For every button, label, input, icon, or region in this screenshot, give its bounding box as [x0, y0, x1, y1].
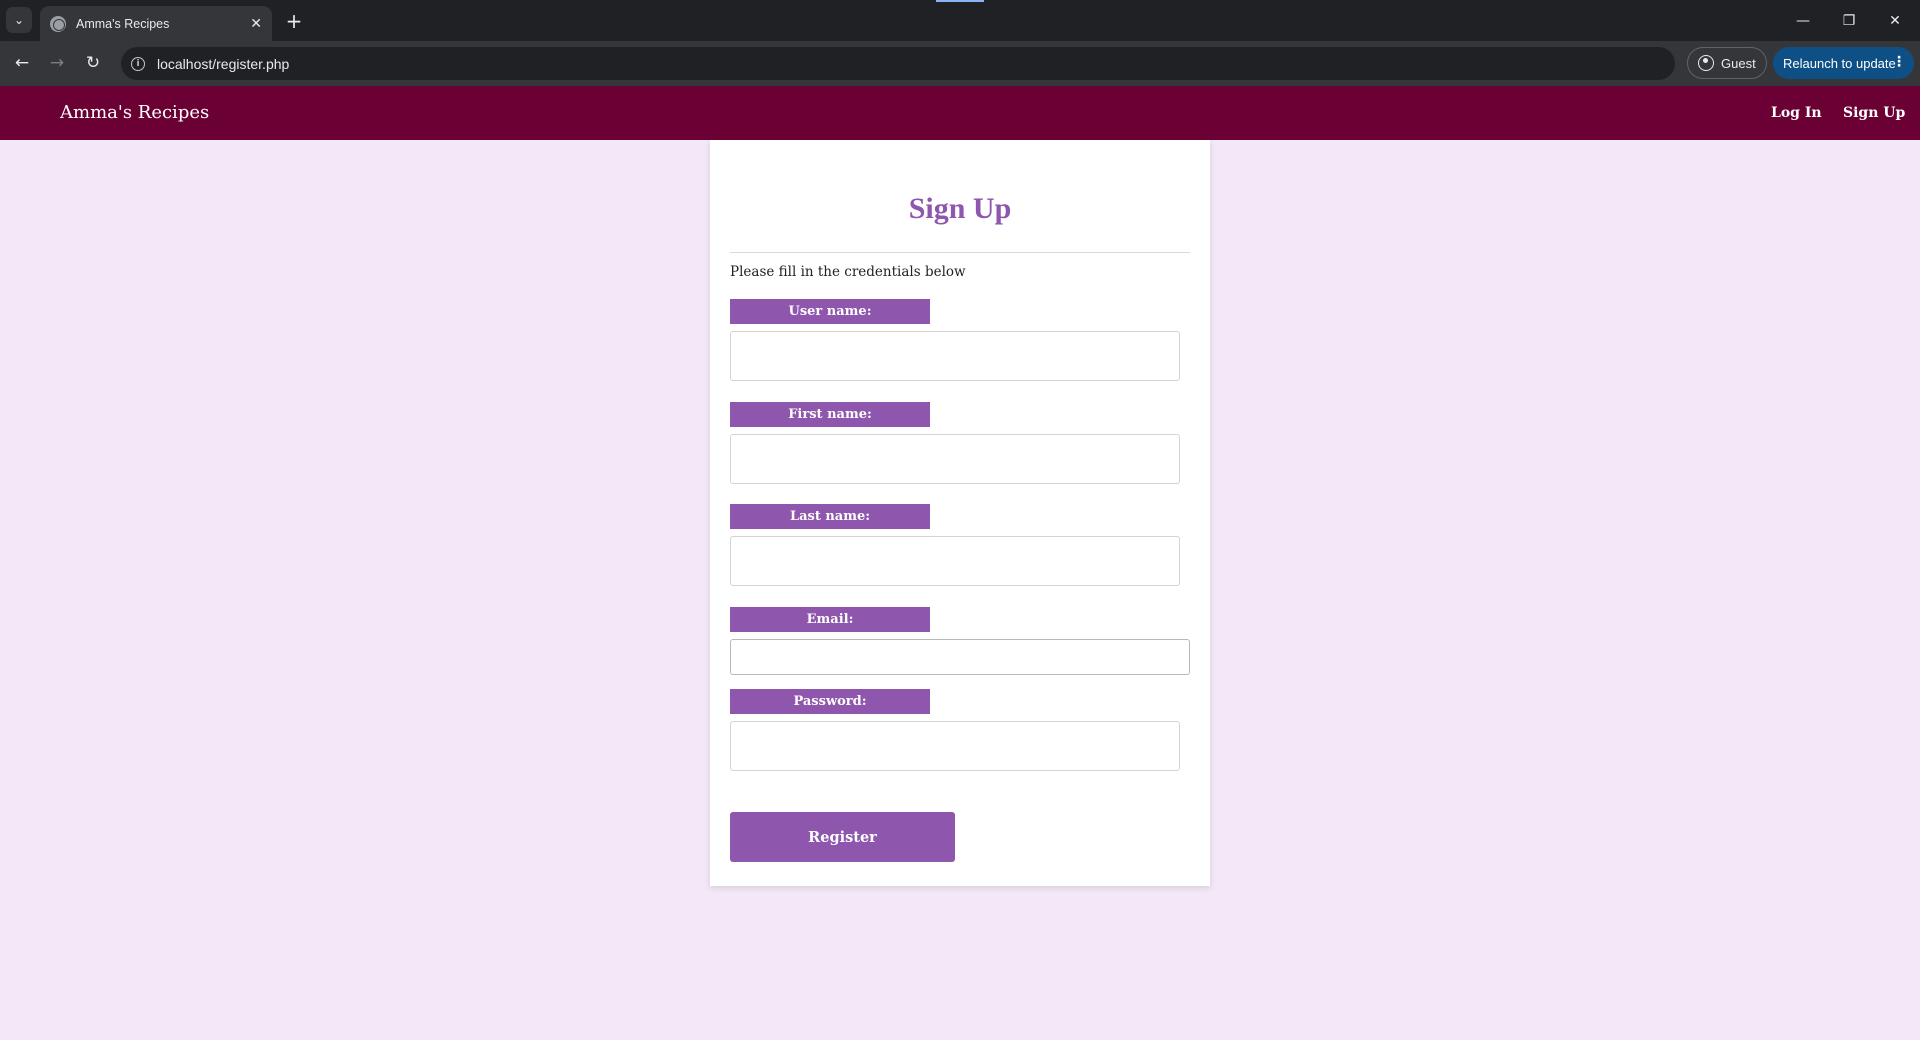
title-divider	[730, 252, 1190, 253]
register-button[interactable]: Register	[730, 812, 955, 862]
nav-login-link[interactable]: Log In	[1771, 105, 1822, 121]
password-input[interactable]	[730, 721, 1180, 771]
minimize-icon[interactable]: —	[1780, 0, 1826, 41]
tabstrip-accent	[936, 0, 984, 2]
form-intro: Please fill in the credentials below	[730, 264, 966, 280]
browser-tab[interactable]: Amma's Recipes ✕	[40, 6, 272, 41]
relaunch-label: Relaunch to update	[1783, 55, 1896, 71]
browser-tabstrip: ⌄ Amma's Recipes ✕ + — ❐ ✕	[0, 0, 1920, 41]
site-navbar: Amma's Recipes Log In Sign Up	[0, 86, 1920, 140]
reload-icon[interactable]: ↻	[79, 49, 107, 77]
username-label: User name:	[730, 299, 930, 324]
profile-label: Guest	[1721, 55, 1756, 71]
address-url: localhost/register.php	[157, 55, 290, 72]
profile-button[interactable]: Guest	[1687, 47, 1767, 79]
signup-card: Sign Up Please fill in the credentials b…	[710, 140, 1210, 886]
page-title: Sign Up	[908, 192, 1012, 225]
tab-search-chevron-icon[interactable]: ⌄	[6, 7, 32, 33]
window-close-icon[interactable]: ✕	[1872, 0, 1918, 41]
back-arrow-icon[interactable]: ←	[8, 49, 36, 77]
new-tab-plus-icon[interactable]: +	[281, 8, 307, 34]
browser-toolbar: ← → ↻ i localhost/register.php Guest Rel…	[0, 41, 1920, 86]
site-info-icon[interactable]: i	[131, 56, 145, 71]
lastname-label: Last name:	[730, 504, 930, 529]
firstname-input[interactable]	[730, 434, 1180, 484]
address-bar[interactable]: i localhost/register.php	[121, 47, 1675, 80]
tab-title: Amma's Recipes	[76, 16, 170, 31]
restore-icon[interactable]: ❐	[1826, 0, 1872, 41]
globe-icon	[50, 15, 66, 32]
password-label: Password:	[730, 689, 930, 714]
username-input[interactable]	[730, 331, 1180, 381]
close-tab-icon[interactable]: ✕	[250, 16, 262, 32]
relaunch-button[interactable]: Relaunch to update ⋮	[1773, 47, 1914, 79]
email-input[interactable]	[730, 639, 1190, 675]
nav-signup-link[interactable]: Sign Up	[1843, 105, 1905, 121]
email-label: Email:	[730, 607, 930, 632]
forward-arrow-icon[interactable]: →	[43, 49, 71, 77]
firstname-label: First name:	[730, 402, 930, 427]
lastname-input[interactable]	[730, 536, 1180, 586]
person-icon	[1698, 55, 1714, 71]
more-menu-icon[interactable]: ⋮	[1892, 54, 1906, 70]
site-brand[interactable]: Amma's Recipes	[60, 102, 209, 123]
